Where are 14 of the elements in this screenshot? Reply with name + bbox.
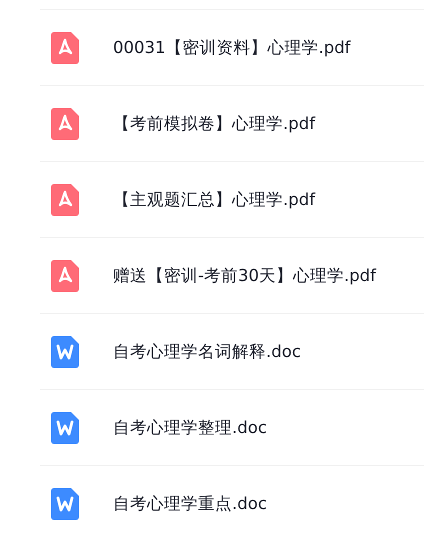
file-name[interactable]: 自考心理学整理.doc — [113, 416, 267, 438]
file-name[interactable]: 【主观题汇总】心理学.pdf — [113, 188, 316, 210]
file-name[interactable]: 赠送【密训-考前30天】心理学.pdf — [113, 264, 376, 286]
file-name[interactable]: 00031【密训资料】心理学.pdf — [113, 36, 350, 58]
pdf-file-icon — [51, 32, 79, 64]
pdf-file-icon — [51, 260, 79, 292]
file-name[interactable]: 【考前模拟卷】心理学.pdf — [113, 112, 316, 134]
word-file-icon — [51, 336, 79, 368]
pdf-file-icon — [51, 184, 79, 216]
word-file-icon — [51, 488, 79, 520]
file-name[interactable]: 自考心理学重点.doc — [113, 492, 267, 514]
file-name[interactable]: 自考心理学名词解释.doc — [113, 340, 301, 362]
pdf-file-icon — [51, 108, 79, 140]
word-file-icon — [51, 412, 79, 444]
